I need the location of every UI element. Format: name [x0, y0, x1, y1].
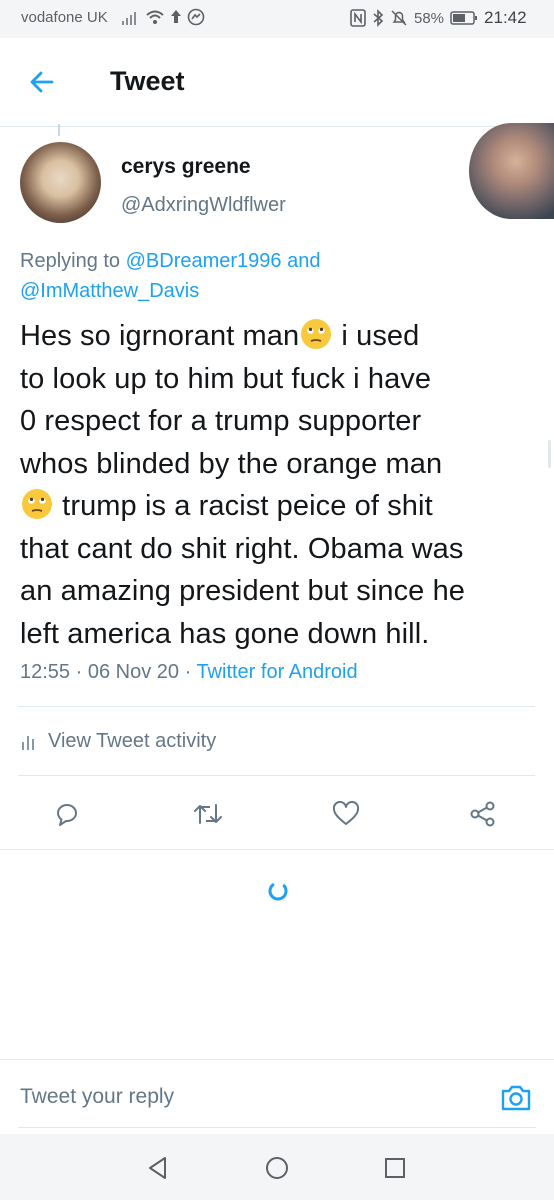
user-handle[interactable]: @AdxringWldflwer	[121, 194, 286, 217]
reply-button[interactable]	[47, 794, 87, 834]
like-icon	[332, 800, 360, 825]
back-button[interactable]	[24, 64, 60, 100]
mute-icon	[391, 10, 407, 26]
retweet-icon	[194, 804, 222, 824]
battery-icon	[450, 11, 478, 25]
mention-link[interactable]: @ImMatthew_Davis	[20, 280, 199, 302]
top-app-bar: Tweet	[0, 38, 554, 127]
replying-to: Replying to @BDreamer1996 and @ImMatthew…	[20, 246, 540, 306]
tweet-line: that cant do shit right. Obama was	[20, 532, 464, 565]
avatar[interactable]	[20, 142, 101, 223]
tweet-time: 12:55	[20, 661, 71, 683]
like-button[interactable]	[326, 794, 366, 834]
tweet-line: an amazing president but since he	[20, 575, 466, 607]
mention-and[interactable]: and	[282, 250, 320, 272]
divider	[0, 849, 554, 850]
tweet-line: trump is a racist peice of shit	[20, 485, 544, 528]
upload-icon	[171, 10, 181, 23]
tweet-line: 0 respect for a trump supporter	[20, 405, 422, 437]
status-left-icons	[121, 8, 205, 26]
signal-icon	[122, 12, 136, 25]
tweet-line: left america has gone down hill.	[20, 617, 430, 650]
retweet-button[interactable]	[188, 794, 228, 834]
system-nav-bar	[0, 1134, 554, 1200]
tweet-text-segment: trump is a racist peice of shit	[54, 490, 433, 522]
replying-prefix: Replying to	[20, 250, 126, 272]
activity-label: View Tweet activity	[48, 730, 217, 752]
eye-roll-emoji-icon	[22, 489, 52, 519]
nfc-icon	[350, 9, 366, 27]
back-arrow-icon	[30, 71, 54, 93]
home-circle-icon[interactable]	[262, 1153, 292, 1183]
divider	[18, 706, 535, 707]
tweet-line: whos blinded by the orange man	[20, 447, 443, 480]
reply-icon	[57, 804, 77, 826]
tweet-text-segment: i used	[333, 320, 420, 352]
status-right-icons: 58% 21:42	[350, 8, 527, 28]
analytics-icon	[22, 735, 34, 750]
battery-percent: 58%	[414, 9, 445, 27]
share-icon	[470, 801, 495, 827]
tweet-text-segment: Hes so igrnorant man	[20, 320, 300, 352]
view-tweet-activity[interactable]: View Tweet activity	[20, 730, 216, 753]
loading-spinner-icon	[268, 883, 288, 901]
meta-separator: ·	[179, 661, 197, 683]
camera-button[interactable]	[498, 1080, 534, 1116]
mention-link[interactable]: @BDreamer1996	[126, 250, 282, 272]
meta-separator: ·	[70, 661, 88, 683]
page-title: Tweet	[110, 66, 185, 96]
scrollbar[interactable]	[548, 440, 551, 468]
carrier-label: vodafone UK	[21, 9, 108, 26]
eye-roll-emoji-icon	[301, 319, 332, 349]
divider	[18, 775, 535, 776]
display-name[interactable]: cerys greene	[121, 155, 251, 179]
tweet-date: 06 Nov 20	[87, 661, 180, 683]
side-avatar[interactable]	[469, 123, 554, 219]
status-bar: vodafone UK 58% 21:42	[0, 0, 554, 38]
wifi-icon	[146, 10, 164, 24]
status-time: 21:42	[484, 8, 527, 27]
reply-input-underline	[18, 1127, 536, 1128]
tweet-text: Hes so igrnorant man i used to look up t…	[20, 315, 544, 655]
tweet-meta: 12:55 · 06 Nov 20 · Twitter for Android	[20, 661, 358, 684]
reply-input[interactable]: Tweet your reply	[20, 1085, 174, 1109]
recents-square-icon[interactable]	[380, 1153, 410, 1183]
bluetooth-icon	[373, 9, 384, 27]
tweet-source-link[interactable]: Twitter for Android	[196, 661, 357, 683]
share-button[interactable]	[463, 794, 503, 834]
messenger-icon	[187, 8, 205, 26]
camera-icon	[501, 1085, 531, 1111]
tweet-actions	[0, 790, 554, 840]
thread-connector	[58, 124, 60, 136]
tweet-line: Hes so igrnorant man i used	[20, 315, 544, 358]
tweet-line: to look up to him but fuck i have	[20, 362, 432, 395]
back-triangle-icon[interactable]	[143, 1153, 173, 1183]
